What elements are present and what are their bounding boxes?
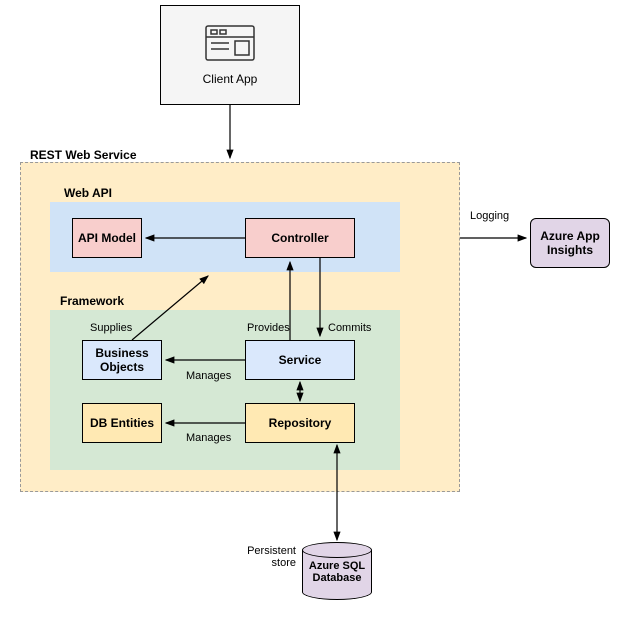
browser-icon	[205, 25, 255, 64]
app-insights-label: Azure App Insights	[531, 229, 609, 257]
controller-label: Controller	[271, 231, 328, 245]
api-model-label: API Model	[78, 231, 136, 245]
db-entities-box: DB Entities	[82, 403, 162, 443]
supplies-label: Supplies	[90, 322, 132, 334]
business-objects-box: Business Objects	[82, 340, 162, 380]
commits-label: Commits	[328, 322, 371, 334]
sql-db-label: Azure SQL Database	[302, 560, 372, 584]
persistent-store-label: Persistent store	[226, 545, 296, 569]
controller-box: Controller	[245, 218, 355, 258]
client-app-box: Client App	[160, 5, 300, 105]
azure-app-insights-box: Azure App Insights	[530, 218, 610, 268]
service-label: Service	[279, 353, 322, 367]
provides-label: Provides	[247, 322, 290, 334]
framework-title: Framework	[60, 294, 124, 308]
logging-label: Logging	[470, 210, 509, 222]
webapi-title: Web API	[64, 186, 112, 200]
repository-label: Repository	[269, 416, 332, 430]
manages-service-label: Manages	[186, 370, 231, 382]
db-entities-label: DB Entities	[90, 416, 154, 430]
api-model-box: API Model	[72, 218, 142, 258]
repository-box: Repository	[245, 403, 355, 443]
azure-sql-cylinder-top	[302, 542, 372, 558]
client-app-label: Client App	[203, 72, 258, 86]
framework-container	[50, 310, 400, 470]
manages-repo-label: Manages	[186, 432, 231, 444]
business-objects-label: Business Objects	[83, 346, 161, 374]
rest-title: REST Web Service	[30, 148, 137, 162]
service-box: Service	[245, 340, 355, 380]
